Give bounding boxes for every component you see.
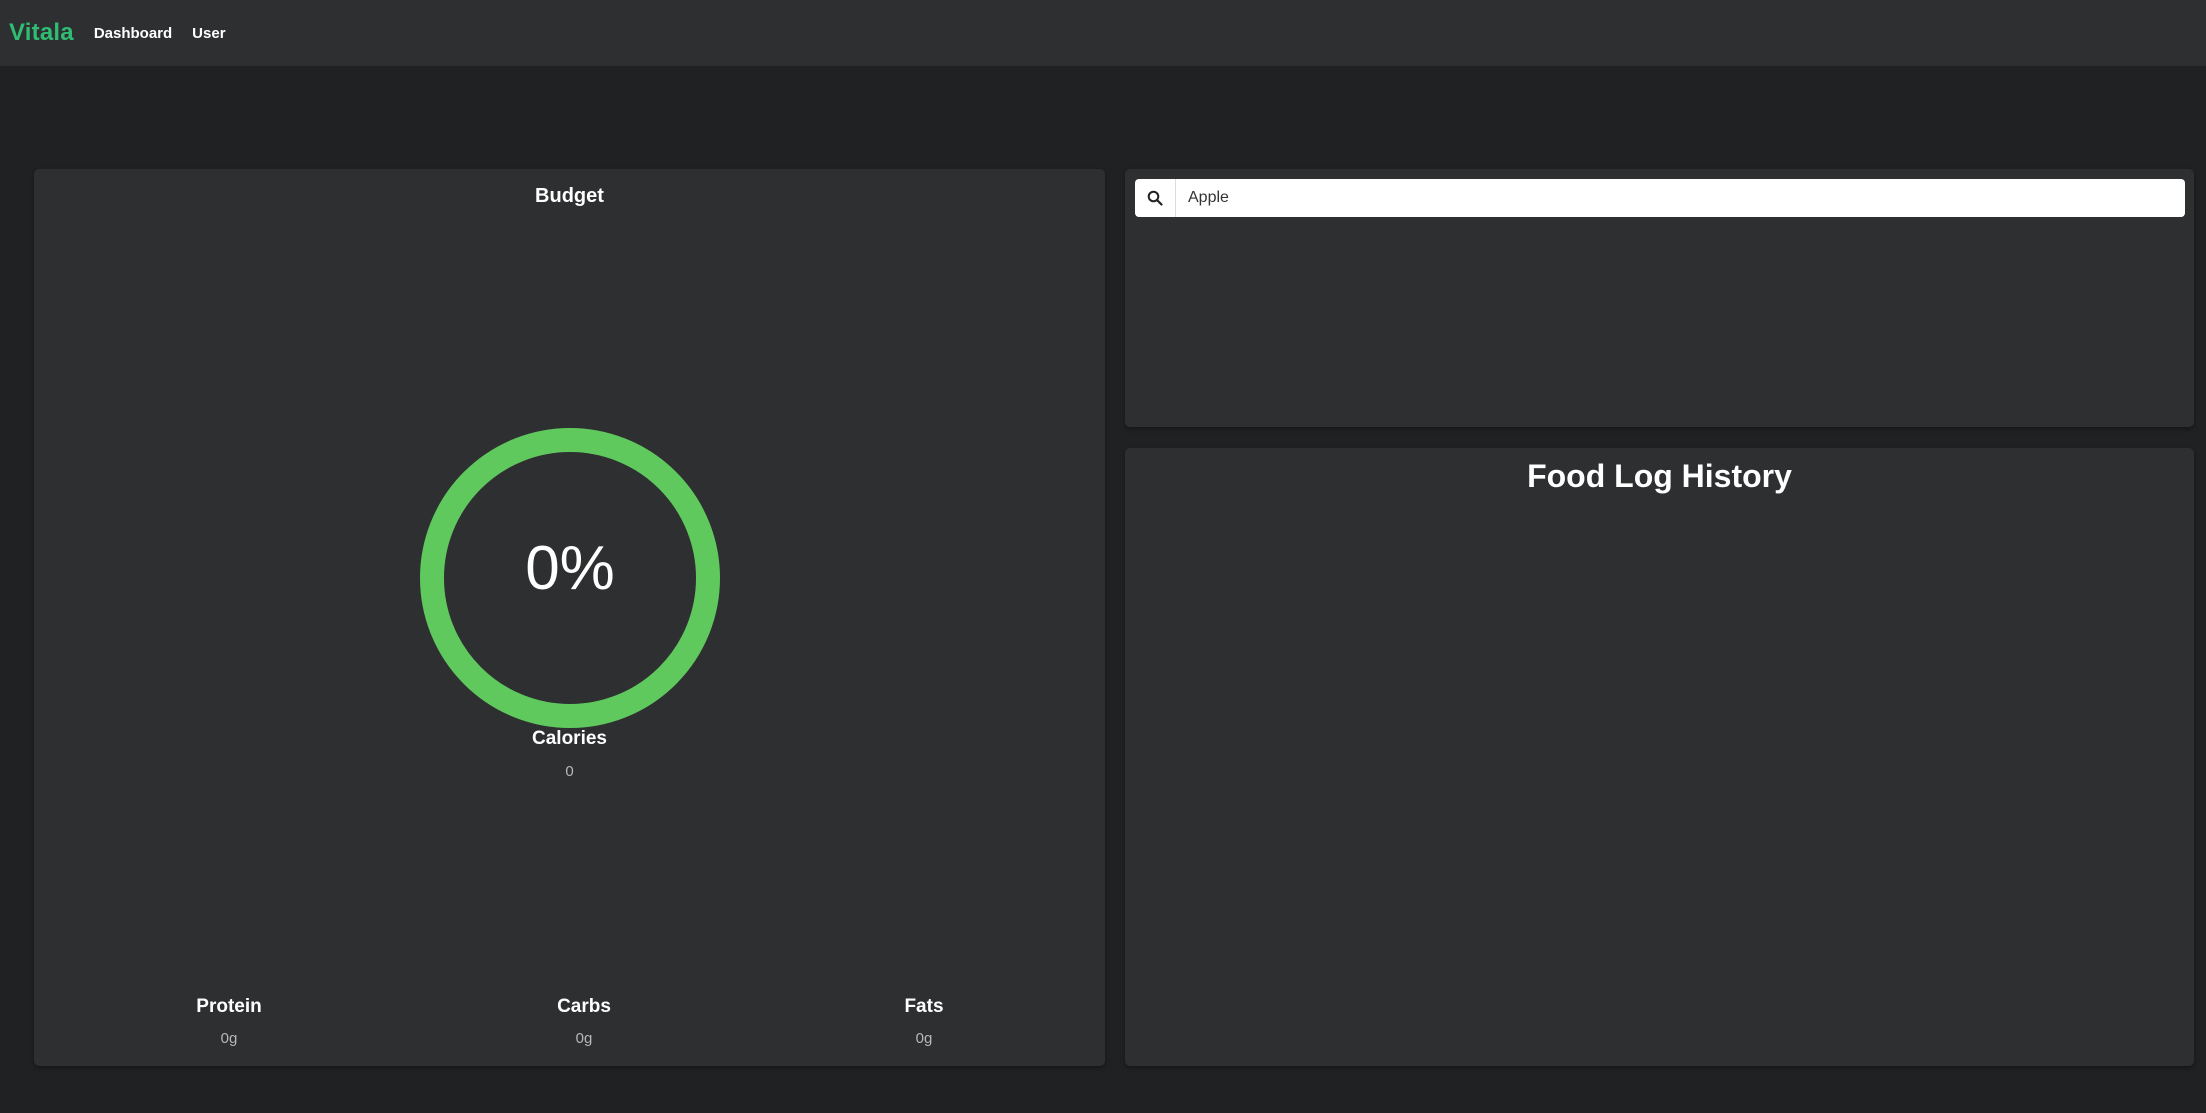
- macro-fats: Fats 0g: [824, 996, 1024, 1047]
- food-log-history-card: Food Log History: [1125, 448, 2194, 1066]
- food-search-input[interactable]: [1176, 180, 2185, 216]
- top-navbar: Vitala Dashboard User: [0, 0, 2206, 66]
- calories-label: Calories: [532, 728, 607, 749]
- calories-value: 0: [565, 763, 574, 780]
- progress-percent: 0%: [525, 534, 615, 603]
- macro-value: 0g: [220, 1030, 238, 1047]
- macro-carbs: Carbs 0g: [484, 996, 684, 1047]
- macro-label: Fats: [904, 996, 944, 1017]
- food-log-history-title: Food Log History: [1527, 458, 1792, 494]
- nav-link-dashboard[interactable]: Dashboard: [94, 25, 172, 42]
- macro-label: Carbs: [557, 996, 611, 1017]
- food-search-card: [1125, 169, 2194, 427]
- budget-card: Budget 0% Calories 0 Protein 0g Carbs 0g…: [34, 169, 1105, 1066]
- nav-link-user[interactable]: User: [192, 25, 225, 42]
- macro-label: Protein: [196, 996, 262, 1017]
- calorie-progress-ring: 0%: [419, 427, 721, 729]
- search-bar: [1135, 179, 2185, 217]
- budget-title: Budget: [535, 185, 604, 207]
- macro-value: 0g: [915, 1030, 933, 1047]
- search-icon[interactable]: [1135, 179, 1176, 217]
- brand-logo[interactable]: Vitala: [9, 19, 74, 47]
- macro-protein: Protein 0g: [129, 996, 329, 1047]
- macro-value: 0g: [575, 1030, 593, 1047]
